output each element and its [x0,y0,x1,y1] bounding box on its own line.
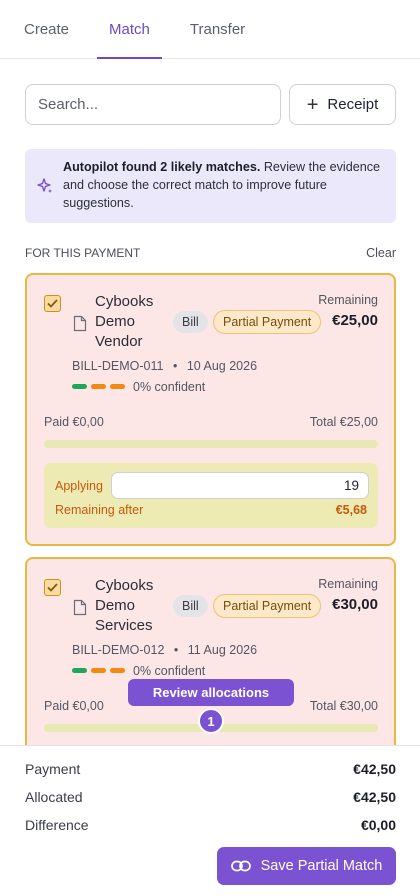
confidence-dot [91,384,106,389]
total-amount: Total €30,00 [309,699,378,713]
remaining-value: €30,00 [332,596,378,613]
meta-separator: • [172,359,178,373]
confidence-dot [110,384,125,389]
plus-icon: + [306,93,319,116]
save-partial-match-button[interactable]: Save Partial Match [217,847,396,885]
type-badge: Bill [173,311,208,333]
bill-date: 10 Aug 2026 [186,359,258,373]
vendor-name: Cybooks Demo Vendor [95,293,154,350]
add-receipt-button[interactable]: + Receipt [289,84,396,125]
confidence-dot [72,668,87,673]
payment-label: Payment [25,761,81,777]
type-badge: Bill [173,595,208,617]
difference-row: Difference €0,00 [25,817,396,833]
tab-match[interactable]: Match [97,0,162,59]
confidence-dot [91,668,106,673]
paid-amount: Paid €0,00 [44,415,104,429]
applying-panel: Applying Remaining after €5,68 [44,463,378,528]
remaining-value: €25,00 [332,312,378,329]
section-title: FOR THIS PAYMENT [25,246,141,260]
allocated-label: Allocated [25,789,83,805]
tab-transfer[interactable]: Transfer [190,0,245,58]
review-count-badge[interactable]: 1 [198,708,224,734]
confidence-indicator [72,668,129,673]
bill-date: 11 Aug 2026 [187,643,258,657]
payment-value: €42,50 [353,761,396,777]
sparkle-icon [37,178,52,193]
remaining-after-label: Remaining after [55,503,144,517]
section-header: FOR THIS PAYMENT Clear [25,246,396,260]
match-checkbox[interactable] [44,295,61,312]
total-amount: Total €25,00 [309,415,378,429]
difference-value: €0,00 [360,817,396,833]
remaining-after-value: €5,68 [335,503,367,517]
remaining-label: Remaining [318,577,378,591]
summary-footer: Payment €42,50 Allocated €42,50 Differen… [0,745,420,896]
bill-meta: BILL-DEMO-011 • 10 Aug 2026 [72,359,257,373]
applying-label: Applying [55,479,103,493]
status-badge: Partial Payment [213,310,322,334]
tab-bar: Create Match Transfer [0,0,420,59]
confidence-indicator [72,384,129,389]
allocated-row: Allocated €42,50 [25,789,396,805]
match-checkbox[interactable] [44,579,61,596]
review-allocations-button[interactable]: Review allocations [128,679,294,706]
tab-create[interactable]: Create [24,0,69,58]
paid-amount: Paid €0,00 [44,699,104,713]
autopilot-headline: Autopilot found 2 likely matches. [63,160,261,174]
difference-label: Difference [25,817,89,833]
bill-reference: BILL-DEMO-011 [72,359,164,373]
search-input[interactable] [25,84,281,125]
bill-meta: BILL-DEMO-012 • 11 Aug 2026 [72,643,257,657]
autopilot-banner: Autopilot found 2 likely matches. Review… [25,149,396,223]
link-icon [230,860,251,872]
document-icon [73,315,87,332]
bill-reference: BILL-DEMO-012 [72,643,165,657]
confidence-text: 0% confident [133,380,206,394]
check-icon [47,299,58,308]
match-card[interactable]: Cybooks Demo Vendor Bill Partial Payment… [25,273,396,546]
save-button-label: Save Partial Match [260,858,383,874]
confidence-text: 0% confident [133,664,206,678]
allocated-value: €42,50 [353,789,396,805]
payment-row: Payment €42,50 [25,761,396,777]
remaining-label: Remaining [318,293,378,307]
document-icon [73,599,87,616]
meta-separator: • [173,643,179,657]
payment-progress-bar [44,440,378,448]
vendor-name: Cybooks Demo Services [95,577,154,634]
confidence-dot [110,668,125,673]
applying-amount-input[interactable] [111,472,369,499]
receipt-button-label: Receipt [327,96,379,113]
clear-button[interactable]: Clear [366,246,396,260]
confidence-dot [72,384,87,389]
status-badge: Partial Payment [213,594,322,618]
check-icon [47,583,58,592]
